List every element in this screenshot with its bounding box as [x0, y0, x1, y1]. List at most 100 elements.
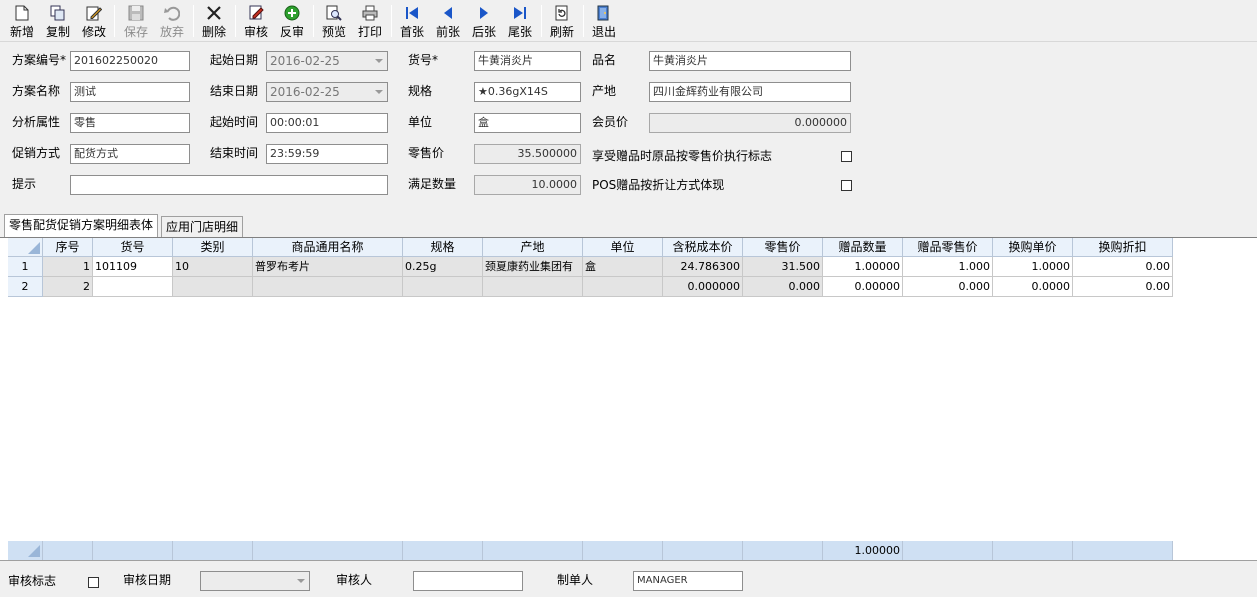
- first-record-button[interactable]: 首张: [397, 2, 427, 40]
- tab-store-detail[interactable]: 应用门店明细: [161, 216, 244, 238]
- audit-date-picker[interactable]: [200, 571, 310, 591]
- col-header[interactable]: 含税成本价: [663, 238, 743, 257]
- table-cell[interactable]: 1.000: [903, 257, 993, 277]
- pos-flag-checkbox[interactable]: [841, 180, 852, 191]
- plan-no-field[interactable]: 201602250020: [70, 51, 190, 71]
- table-cell[interactable]: 0.000: [743, 277, 823, 297]
- member-price-label: 会员价: [592, 115, 629, 129]
- footer-total-gift-qty: 1.00000: [823, 541, 903, 560]
- table-cell[interactable]: 10: [173, 257, 253, 277]
- table-cell[interactable]: 1.00000: [823, 257, 903, 277]
- table-cell[interactable]: [253, 277, 403, 297]
- table-cell[interactable]: [93, 277, 173, 297]
- plan-name-field[interactable]: 测试: [70, 82, 190, 102]
- table-cell[interactable]: 0.0000: [993, 277, 1073, 297]
- analysis-label: 分析属性: [12, 115, 61, 129]
- next-arrow-icon: [475, 4, 493, 22]
- table-cell[interactable]: 0.25g: [403, 257, 483, 277]
- toolbar: 新增 复制 修改 保存 放弃 删除 审核 反审 预览 打印 首张 前张 后张 尾…: [0, 0, 1257, 42]
- col-header[interactable]: 赠品数量: [823, 238, 903, 257]
- table-cell[interactable]: 0.00000: [823, 277, 903, 297]
- member-price-field[interactable]: 0.000000: [649, 113, 851, 133]
- retail-price-field: 35.500000: [474, 144, 581, 164]
- delete-button[interactable]: 删除: [199, 2, 229, 40]
- table-cell[interactable]: [483, 277, 583, 297]
- detail-grid: 序号 货号 类别 商品通用名称 规格 产地 单位 含税成本价 零售价 赠品数量 …: [0, 237, 1257, 561]
- print-button[interactable]: 打印: [355, 2, 385, 40]
- last-arrow-icon: [511, 4, 529, 22]
- auditor-field[interactable]: [413, 571, 523, 591]
- table-cell[interactable]: 24.786300: [663, 257, 743, 277]
- table-cell[interactable]: 1: [43, 257, 93, 277]
- unapprove-button[interactable]: 反审: [277, 2, 307, 40]
- creator-field[interactable]: MANAGER: [633, 571, 743, 591]
- origin-field[interactable]: 四川金辉药业有限公司: [649, 82, 851, 102]
- table-cell[interactable]: 0.000000: [663, 277, 743, 297]
- row-header[interactable]: 1: [8, 257, 43, 277]
- start-date-picker[interactable]: 2016-02-25: [266, 51, 388, 71]
- discard-button[interactable]: 放弃: [157, 2, 187, 40]
- unit-field[interactable]: 盒: [474, 113, 581, 133]
- footer-corner: [8, 541, 43, 560]
- end-date-picker[interactable]: 2016-02-25: [266, 82, 388, 102]
- table-cell[interactable]: 普罗布考片: [253, 257, 403, 277]
- col-header[interactable]: 类别: [173, 238, 253, 257]
- item-no-field[interactable]: 牛黄消炎片: [474, 51, 581, 71]
- new-document-icon: [13, 4, 31, 22]
- table-cell[interactable]: 2: [43, 277, 93, 297]
- table-cell[interactable]: [173, 277, 253, 297]
- table-cell[interactable]: 0.000: [903, 277, 993, 297]
- col-header[interactable]: 零售价: [743, 238, 823, 257]
- table-cell[interactable]: 101109: [93, 257, 173, 277]
- audit-flag-checkbox[interactable]: [88, 577, 99, 588]
- prev-record-button[interactable]: 前张: [433, 2, 463, 40]
- end-time-field[interactable]: 23:59:59: [266, 144, 388, 164]
- footer-cell: [1073, 541, 1173, 560]
- edit-button[interactable]: 修改: [79, 2, 109, 40]
- spec-field[interactable]: ★0.36gX14S: [474, 82, 581, 102]
- approve-button[interactable]: 审核: [241, 2, 271, 40]
- next-record-button[interactable]: 后张: [469, 2, 499, 40]
- table-cell[interactable]: 1.0000: [993, 257, 1073, 277]
- start-date-value: 2016-02-25: [270, 54, 340, 68]
- tab-detail-body[interactable]: 零售配货促销方案明细表体: [4, 214, 159, 238]
- col-header[interactable]: 换购单价: [993, 238, 1073, 257]
- delete-x-icon: [205, 4, 223, 22]
- col-header[interactable]: 产地: [483, 238, 583, 257]
- col-header[interactable]: 商品通用名称: [253, 238, 403, 257]
- col-header[interactable]: 序号: [43, 238, 93, 257]
- table-cell[interactable]: [583, 277, 663, 297]
- preview-button[interactable]: 预览: [319, 2, 349, 40]
- analysis-field[interactable]: 零售: [70, 113, 190, 133]
- col-header[interactable]: 货号: [93, 238, 173, 257]
- table-cell[interactable]: [403, 277, 483, 297]
- min-qty-field[interactable]: 10.0000: [474, 175, 581, 195]
- col-header[interactable]: 单位: [583, 238, 663, 257]
- gift-flag-checkbox[interactable]: [841, 151, 852, 162]
- exit-button[interactable]: 退出: [589, 2, 619, 40]
- promo-field[interactable]: 配货方式: [70, 144, 190, 164]
- copy-button[interactable]: 复制: [43, 2, 73, 40]
- grid-corner[interactable]: [8, 238, 43, 257]
- table-cell[interactable]: 31.500: [743, 257, 823, 277]
- last-record-button[interactable]: 尾张: [505, 2, 535, 40]
- table-cell[interactable]: 0.00: [1073, 257, 1173, 277]
- new-button[interactable]: 新增: [7, 2, 37, 40]
- col-header[interactable]: 换购折扣: [1073, 238, 1173, 257]
- chevron-down-icon: [375, 59, 383, 63]
- footer-cell: [663, 541, 743, 560]
- table-cell[interactable]: 颈夏康药业集团有: [483, 257, 583, 277]
- edit-icon: [85, 4, 103, 22]
- row-header[interactable]: 2: [8, 277, 43, 297]
- start-time-field[interactable]: 00:00:01: [266, 113, 388, 133]
- col-header[interactable]: 赠品零售价: [903, 238, 993, 257]
- table-cell[interactable]: 0.00: [1073, 277, 1173, 297]
- col-header[interactable]: 规格: [403, 238, 483, 257]
- save-icon: [127, 4, 145, 22]
- footer-cell: [403, 541, 483, 560]
- hint-field[interactable]: [70, 175, 388, 195]
- refresh-button[interactable]: 刷新: [547, 2, 577, 40]
- save-button[interactable]: 保存: [121, 2, 151, 40]
- table-cell[interactable]: 盒: [583, 257, 663, 277]
- product-name-field[interactable]: 牛黄消炎片: [649, 51, 851, 71]
